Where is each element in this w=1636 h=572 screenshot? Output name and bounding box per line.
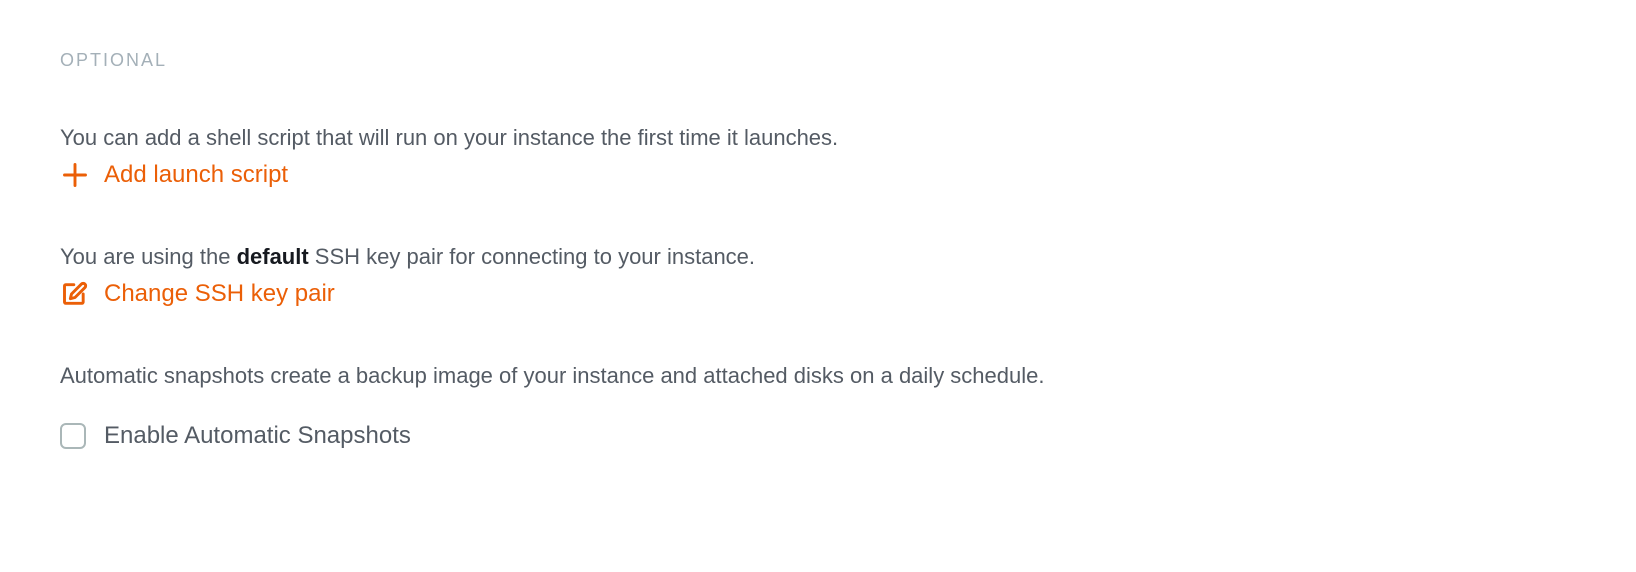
snapshots-description: Automatic snapshots create a backup imag… bbox=[60, 359, 1110, 392]
ssh-key-description: You are using the default SSH key pair f… bbox=[60, 240, 1576, 273]
optional-section: OPTIONAL You can add a shell script that… bbox=[60, 50, 1576, 450]
change-ssh-key-button[interactable]: Change SSH key pair bbox=[60, 279, 335, 309]
enable-auto-snapshots-row[interactable]: Enable Automatic Snapshots bbox=[60, 422, 1576, 450]
ssh-key-desc-bold: default bbox=[237, 244, 309, 269]
launch-script-description: You can add a shell script that will run… bbox=[60, 121, 1576, 154]
plus-icon bbox=[60, 160, 90, 190]
section-heading: OPTIONAL bbox=[60, 50, 1576, 71]
ssh-key-desc-suffix: SSH key pair for connecting to your inst… bbox=[309, 244, 755, 269]
edit-icon bbox=[60, 279, 90, 309]
ssh-key-desc-prefix: You are using the bbox=[60, 244, 237, 269]
enable-auto-snapshots-checkbox[interactable] bbox=[60, 423, 86, 449]
enable-auto-snapshots-label[interactable]: Enable Automatic Snapshots bbox=[104, 422, 411, 450]
change-ssh-key-label: Change SSH key pair bbox=[104, 280, 335, 308]
add-launch-script-label: Add launch script bbox=[104, 161, 288, 189]
add-launch-script-button[interactable]: Add launch script bbox=[60, 160, 288, 190]
